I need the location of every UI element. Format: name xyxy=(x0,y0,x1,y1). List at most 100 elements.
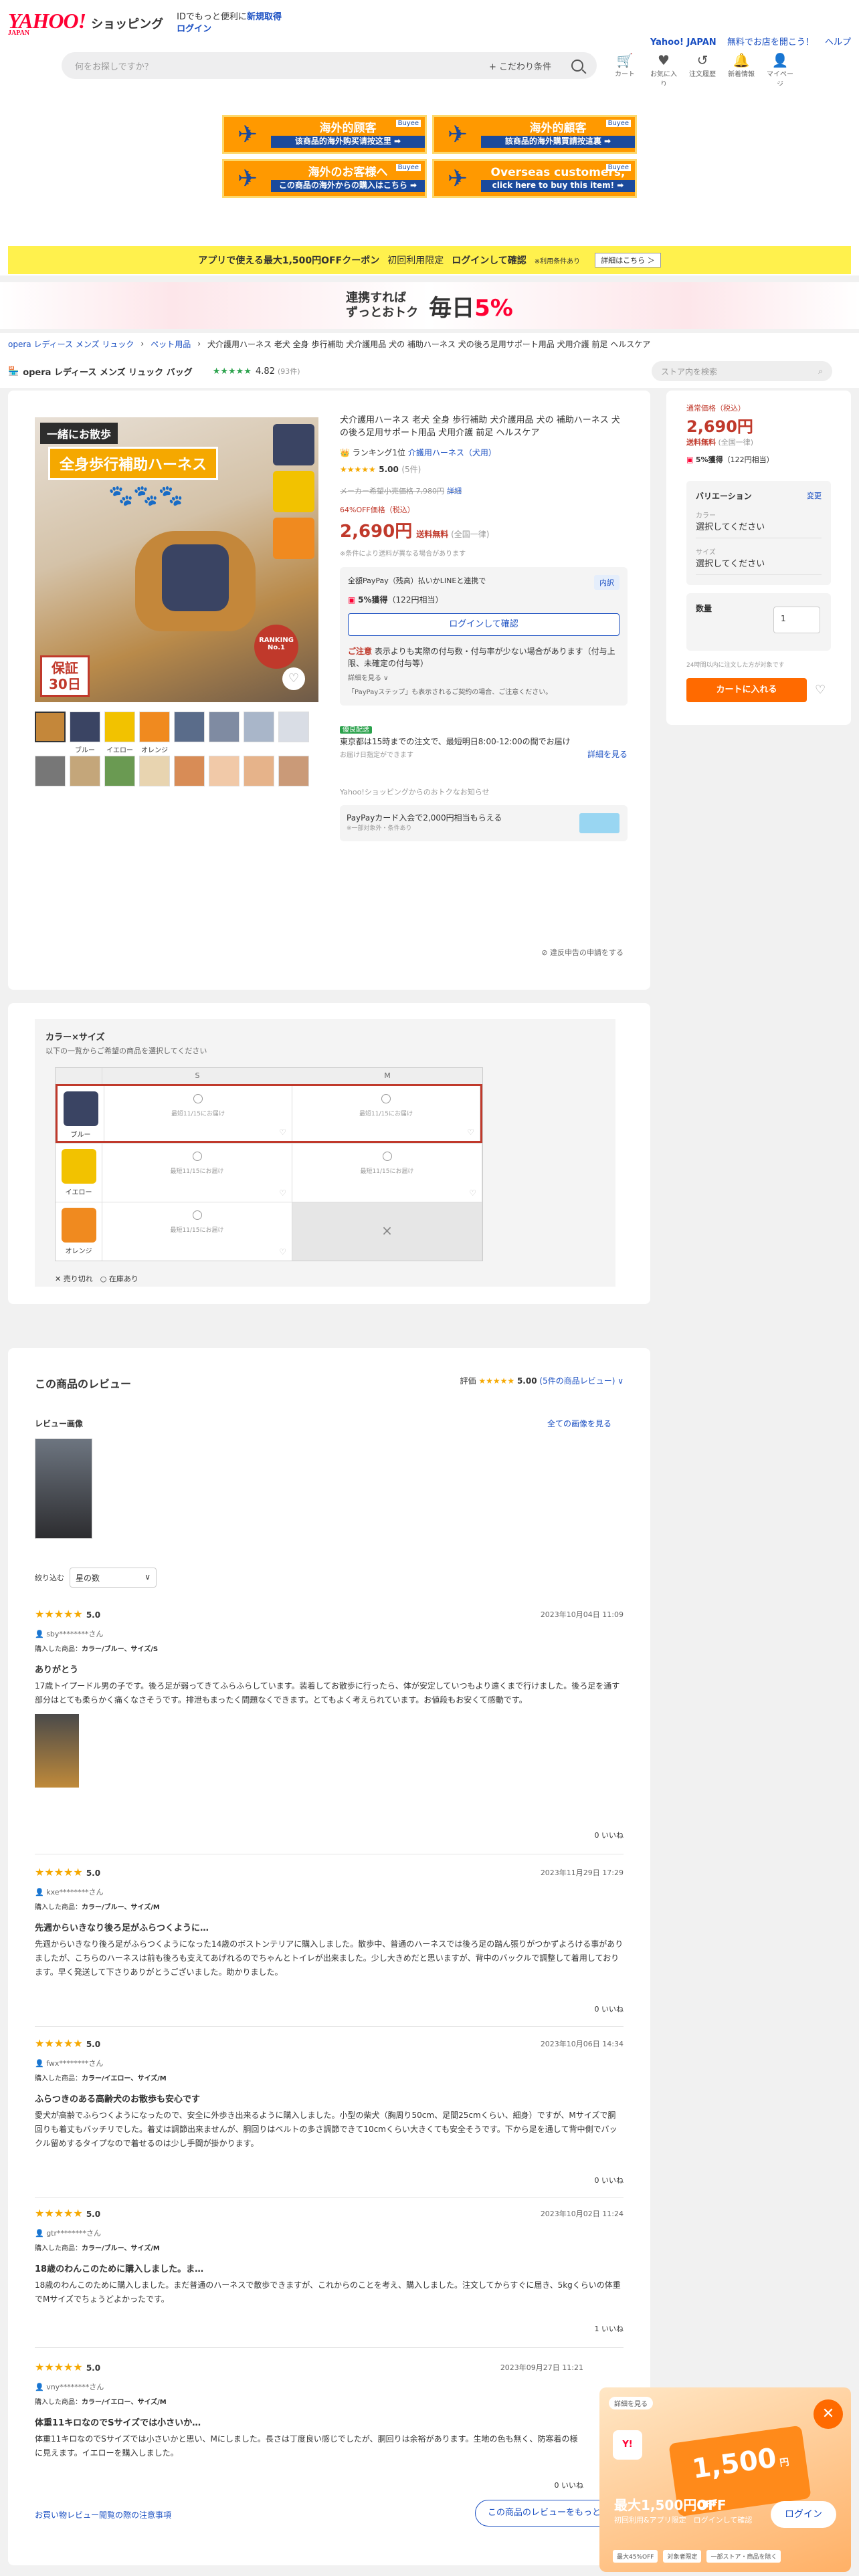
color-select[interactable]: 選択してください xyxy=(696,520,822,538)
thumbnail[interactable] xyxy=(209,756,240,786)
color-size-table: SM ブルー 最短11/15にお届け ♡ 最短11/15にお届け ♡ イエロー 最短… xyxy=(55,1067,483,1261)
cart-icon: 🛒 xyxy=(616,52,634,68)
login-link[interactable]: ログイン xyxy=(177,24,211,34)
search-icon[interactable]: ⌕ xyxy=(818,366,823,377)
thumbnail[interactable] xyxy=(278,712,309,742)
login-confirm-button[interactable]: ログインして確認 xyxy=(348,613,619,636)
thumbnail[interactable] xyxy=(70,756,100,786)
report-link[interactable]: ⊘ 違反申告の申請をする xyxy=(541,947,624,958)
radio-button[interactable] xyxy=(381,1094,391,1103)
yahoo-japan-link[interactable]: Yahoo! JAPAN xyxy=(650,37,717,47)
ranking-category-link[interactable]: 介護用ハーネス（犬用） xyxy=(408,448,496,457)
heart-icon: ♥ xyxy=(658,52,670,68)
all-images-link[interactable]: 全ての画像を見る xyxy=(547,1418,611,1429)
search-bar: 何をお探しですか？ + こだわり条件 🛒 カート ♥ お気に入り ↺ 注文履歴 🔔 新着… xyxy=(0,47,859,88)
radio-button[interactable] xyxy=(192,1152,202,1161)
like-button[interactable]: 0 いいね xyxy=(555,2480,584,2490)
heart-icon[interactable]: ♡ xyxy=(467,1128,474,1137)
coupon-details-button[interactable]: 詳細はこちら ＞ xyxy=(595,253,661,267)
breadcrumb-store[interactable]: opera レディース メンズ リュック xyxy=(8,338,134,350)
review-image-thumbnail[interactable] xyxy=(35,1438,92,1539)
close-icon[interactable]: ✕ xyxy=(814,2399,843,2429)
thumbnail[interactable] xyxy=(104,756,135,786)
thumbnail[interactable] xyxy=(244,712,274,742)
shipping-detail-link[interactable]: 詳細を見る xyxy=(587,748,628,761)
heart-icon[interactable]: ♡ xyxy=(279,1247,286,1257)
breadcrumb-category[interactable]: ペット用品 xyxy=(151,338,191,350)
breakdown-button[interactable]: 内訳 xyxy=(594,574,619,590)
quantity-input[interactable]: 1 xyxy=(773,607,820,633)
main-product-image[interactable]: 一緒にお散歩 全身歩行補助ハーネス 🐾🐾🐾 保証 30日 RANKING No.… xyxy=(35,417,318,702)
thumbnail[interactable] xyxy=(139,756,170,786)
thumbnail[interactable] xyxy=(209,712,240,742)
mypage-button[interactable]: 👤 マイページ xyxy=(765,52,795,88)
yahoo-logo[interactable]: YAHOO! JAPAN xyxy=(8,10,86,37)
paypay-card-promo[interactable]: PayPayカード入会で2,000円相当もらえる ※一部対象外・条件あり xyxy=(340,805,628,842)
store-search-input[interactable]: ストア内を検索 ⌕ xyxy=(652,361,832,381)
cart-button[interactable]: 🛒 カート xyxy=(610,52,640,88)
shopping-label[interactable]: ショッピング xyxy=(91,15,163,32)
popup-login-button[interactable]: ログイン xyxy=(771,2501,836,2528)
store-name[interactable]: opera レディース メンズ リュック バッグ xyxy=(23,365,193,378)
favorites-button[interactable]: ♥ お気に入り xyxy=(649,52,678,88)
popup-detail-chip[interactable]: 詳細を見る xyxy=(609,2397,653,2409)
radio-button[interactable] xyxy=(193,1094,203,1103)
thumbnail-blue[interactable]: ブルー xyxy=(70,712,100,754)
like-button[interactable]: 0 いいね xyxy=(595,2175,624,2185)
order-history-button[interactable]: ↺ 注文履歴 xyxy=(688,52,717,88)
radio-button[interactable] xyxy=(192,1210,202,1220)
ad-banner[interactable]: ✈ 海外のお客様へ この商品の海外からの購入はこちら ➡ Buyee xyxy=(222,159,427,198)
airplane-icon: ✈ xyxy=(237,120,258,148)
size-select[interactable]: 選択してください xyxy=(696,556,822,575)
paypay-link-banner[interactable]: 連携すれば ずっとおトク 毎日5% xyxy=(0,282,859,329)
review-notice-link[interactable]: お買い物レビュー閲覧の際の注意事項 xyxy=(35,2509,171,2520)
ad-banner[interactable]: ✈ Overseas customers, click here to buy th… xyxy=(432,159,637,198)
thumbnail[interactable] xyxy=(174,712,205,742)
thumbnail[interactable] xyxy=(278,756,309,786)
thumbnail-yellow[interactable]: イエロー xyxy=(104,712,135,754)
notifications-button[interactable]: 🔔 新着情報 xyxy=(727,52,756,88)
heart-icon[interactable]: ♡ xyxy=(279,1128,286,1137)
ad-banner[interactable]: ✈ 海外的顧客 該商品的海外購買請按這裏 ➡ Buyee xyxy=(432,115,637,154)
variant-cell[interactable]: 最短11/15にお届け ♡ xyxy=(102,1144,292,1202)
thumbnail[interactable] xyxy=(35,712,66,742)
coupon-bar[interactable]: アプリで使える最大1,500円OFFクーポン 初回利用限定 ログインして確認 ※利用条… xyxy=(8,246,851,274)
register-link[interactable]: 新規取得 xyxy=(247,12,282,22)
search-input[interactable]: 何をお探しですか？ + こだわり条件 xyxy=(62,52,597,79)
color-size-panel: カラー×サイズ 以下の一覧からご希望の商品を選択してください SM ブルー 最短… xyxy=(35,1019,615,1287)
heart-icon[interactable]: ♡ xyxy=(279,1188,286,1198)
product-rating[interactable]: ★★★★★ 5.00 (5件) xyxy=(340,463,628,475)
help-link[interactable]: ヘルプ xyxy=(825,37,851,47)
heart-icon[interactable]: ♡ xyxy=(469,1188,476,1198)
like-button[interactable]: 0 いいね xyxy=(595,2004,624,2014)
like-button[interactable]: 1 いいね xyxy=(595,2323,624,2334)
variant-cell[interactable]: 最短11/15にお届け ♡ xyxy=(292,1144,482,1202)
thumbnail[interactable] xyxy=(35,756,66,786)
thumbnail-orange[interactable]: オレンジ xyxy=(139,712,170,754)
open-store-link[interactable]: 無料でお店を開こう！ xyxy=(727,37,814,47)
advanced-search-link[interactable]: + こだわり条件 xyxy=(489,60,551,72)
caution-more-link[interactable]: 詳細を見る ∨ xyxy=(348,673,619,683)
thumbnail[interactable] xyxy=(244,756,274,786)
like-button[interactable]: 0 いいね xyxy=(595,1830,624,1840)
list-price-detail-link[interactable]: 詳細 xyxy=(447,487,462,496)
variant-cell[interactable]: 最短11/15にお届け ♡ xyxy=(292,1086,480,1141)
ad-banner[interactable]: ✈ 海外的顾客 该商品的海外购买请按这里 ➡ Buyee xyxy=(222,115,427,154)
store-review-count[interactable]: (93件) xyxy=(278,366,300,377)
bell-icon: 🔔 xyxy=(733,52,750,68)
favorite-heart-icon[interactable]: ♡ xyxy=(815,683,826,697)
search-icon[interactable] xyxy=(571,60,583,72)
variant-cell[interactable]: 最短11/15にお届け ♡ xyxy=(104,1086,292,1141)
star-filter-select[interactable]: 星の数 ∨ xyxy=(70,1568,157,1588)
review-photo[interactable] xyxy=(35,1714,79,1788)
favorite-heart-icon[interactable]: ♡ xyxy=(282,667,305,690)
review-item: ★★★★★ 5.0 2023年10月02日 11:24 👤 gtr*******… xyxy=(35,2207,624,2348)
review-item: ★★★★★ 5.0 2023年10月06日 14:34 👤 fwx*******… xyxy=(35,2037,624,2198)
review-count-link[interactable]: (5件の商品レビュー) ∨ xyxy=(539,1376,624,1386)
change-variation-link[interactable]: 変更 xyxy=(807,490,822,501)
thumbnail[interactable] xyxy=(174,756,205,786)
radio-button[interactable] xyxy=(382,1152,392,1161)
add-to-cart-button[interactable]: カートに入れる xyxy=(686,678,807,702)
variant-cell[interactable]: 最短11/15にお届け ♡ xyxy=(102,1202,292,1261)
variation-box[interactable]: バリエーション 変更 カラー 選択してください サイズ 選択してください xyxy=(686,481,831,585)
